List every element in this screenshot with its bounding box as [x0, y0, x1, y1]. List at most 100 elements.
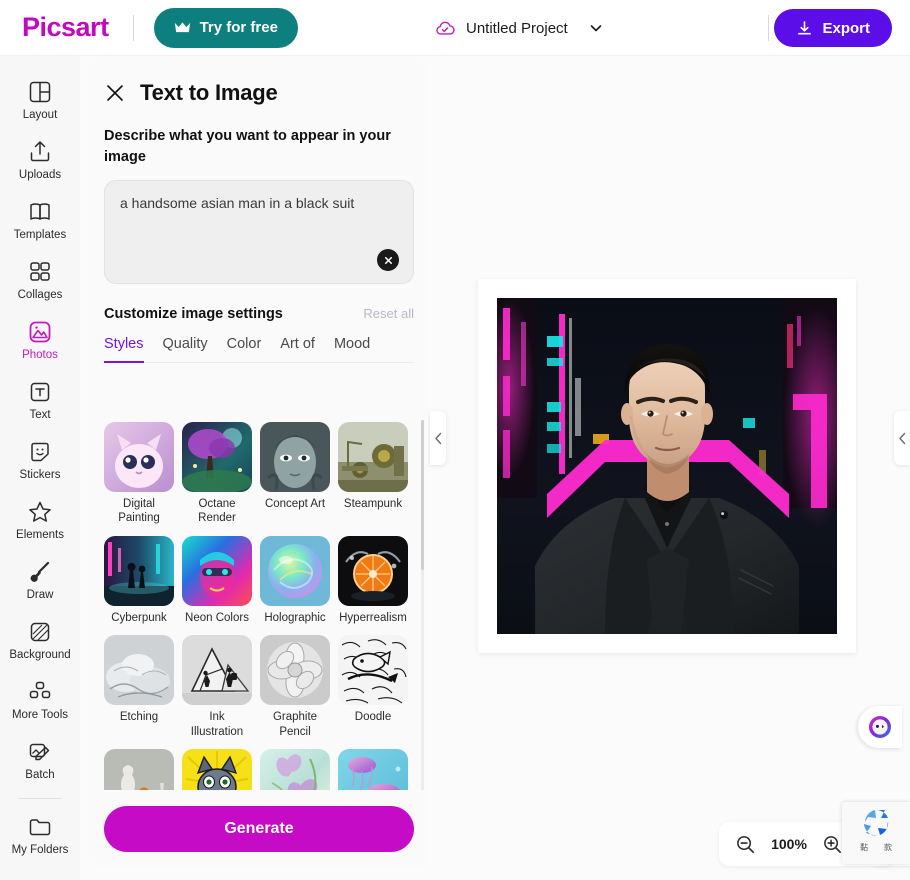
settings-tabs: Styles Quality Color Art of Mood: [104, 336, 414, 364]
style-thumbnail: [104, 422, 174, 492]
style-option[interactable]: Holographic: [260, 535, 330, 625]
canvas-area: [430, 56, 910, 880]
tab-styles[interactable]: Styles: [104, 336, 144, 364]
recaptcha-badge[interactable]: 黏 款: [842, 802, 910, 864]
layout-icon: [29, 81, 51, 102]
picsart-editor: Picsart Try for free Untitled Project Ex…: [0, 0, 910, 880]
cloud-check-icon: [436, 21, 455, 35]
sidebar-item-background[interactable]: Background: [0, 610, 80, 670]
left-sidebar: Layout Uploads Templates Collages Photos…: [0, 56, 80, 880]
style-option[interactable]: Cyberpunk: [104, 535, 174, 625]
collages-icon: [30, 262, 50, 281]
style-thumbnail: [104, 635, 174, 706]
zoom-in-button[interactable]: [822, 834, 843, 855]
style-option[interactable]: Concept Art: [260, 422, 330, 526]
sidebar-item-photos[interactable]: Photos: [0, 310, 80, 370]
project-dropdown-button[interactable]: [578, 16, 614, 40]
export-button[interactable]: Export: [774, 9, 892, 47]
style-option[interactable]: Etching: [104, 635, 174, 739]
sidebar-item-uploads[interactable]: Uploads: [0, 130, 80, 190]
stickers-icon: [31, 442, 49, 461]
prompt-label: Describe what you want to appear in your…: [104, 128, 391, 166]
sidebar-label: Text: [29, 408, 51, 421]
collapse-right-panel-button[interactable]: [894, 411, 910, 465]
style-option[interactable]: Doodle: [338, 635, 408, 739]
brush-icon: [30, 561, 50, 582]
chat-face-icon: [869, 716, 891, 738]
style-thumbnail: [104, 535, 174, 606]
clear-prompt-button[interactable]: [377, 249, 399, 272]
sidebar-label: Stickers: [19, 468, 61, 481]
style-option[interactable]: Ink Illustration: [182, 635, 252, 739]
recaptcha-icon: [864, 810, 889, 837]
style-option[interactable]: Hyperrealism: [338, 535, 408, 625]
text-icon: [30, 382, 50, 401]
header-divider: [132, 14, 134, 41]
style-option[interactable]: Graphite Pencil: [260, 635, 330, 739]
prompt-input[interactable]: a handsome asian man in a black suit: [104, 180, 414, 285]
tab-quality[interactable]: Quality: [163, 336, 208, 363]
style-label: Digital Painting: [118, 498, 160, 525]
recaptcha-privacy-label[interactable]: 黏: [860, 842, 868, 853]
style-option[interactable]: Digital Painting: [104, 422, 174, 526]
app-header: Picsart Try for free Untitled Project Ex…: [0, 0, 910, 56]
try-for-free-label: Try for free: [199, 19, 278, 36]
sidebar-item-draw[interactable]: Draw: [0, 550, 80, 610]
generated-image[interactable]: [497, 298, 837, 634]
upload-icon: [30, 141, 50, 161]
header-divider-2: [768, 15, 769, 41]
artboard[interactable]: [478, 279, 856, 653]
zoom-out-button[interactable]: [735, 834, 756, 855]
zoom-level: 100%: [771, 836, 807, 852]
style-label: Graphite Pencil: [272, 711, 318, 738]
project-selector[interactable]: Untitled Project: [434, 0, 614, 56]
support-chat-button[interactable]: [858, 706, 902, 748]
sidebar-item-my-folders[interactable]: My Folders: [0, 805, 80, 865]
star-icon: [29, 501, 51, 522]
sidebar-item-templates[interactable]: Templates: [0, 190, 80, 250]
crown-icon: [174, 22, 190, 33]
settings-header: Customize image settings Reset all: [104, 306, 414, 322]
background-icon: [30, 622, 50, 641]
text-to-image-panel: Text to Image Describe what you want to …: [88, 56, 430, 868]
styles-scrollbar-thumb[interactable]: [421, 420, 424, 570]
tab-color[interactable]: Color: [227, 336, 262, 363]
batch-icon: [29, 743, 50, 760]
sidebar-item-text[interactable]: Text: [0, 370, 80, 430]
sidebar-label: Templates: [13, 228, 67, 241]
style-label: Hyperrealism: [339, 611, 407, 624]
collapse-panel-button[interactable]: [430, 411, 446, 465]
sidebar-item-elements[interactable]: Elements: [0, 490, 80, 550]
tab-mood[interactable]: Mood: [334, 336, 370, 363]
style-option[interactable]: Neon Colors: [182, 535, 252, 625]
style-thumbnail: [182, 422, 252, 492]
style-label: Ink Illustration: [190, 711, 244, 738]
style-thumbnail: [260, 535, 330, 606]
sidebar-item-more-tools[interactable]: More Tools: [0, 670, 80, 730]
style-label: Doodle: [354, 711, 392, 724]
picsart-logo[interactable]: Picsart: [22, 12, 109, 43]
project-name: Untitled Project: [466, 19, 568, 37]
style-thumbnail: [338, 635, 408, 706]
sidebar-item-layout[interactable]: Layout: [0, 70, 80, 130]
style-label: Holographic: [264, 611, 326, 624]
sidebar-item-stickers[interactable]: Stickers: [0, 430, 80, 490]
photos-icon: [29, 321, 51, 343]
style-option[interactable]: Steampunk: [338, 422, 408, 526]
zoom-in-icon: [824, 835, 841, 853]
reset-all-button[interactable]: Reset all: [363, 306, 414, 321]
sidebar-item-batch[interactable]: Batch: [0, 730, 80, 790]
sidebar-item-collages[interactable]: Collages: [0, 250, 80, 310]
recaptcha-terms-label[interactable]: 款: [884, 842, 892, 853]
settings-title: Customize image settings: [104, 306, 283, 323]
style-label: Octane Render: [198, 498, 236, 525]
style-label: Concept Art: [264, 498, 326, 510]
style-thumbnail: [260, 422, 330, 492]
generate-button[interactable]: Generate: [104, 806, 414, 852]
folder-icon: [29, 819, 51, 835]
close-icon[interactable]: [104, 82, 126, 104]
clear-icon: [384, 256, 392, 264]
style-option[interactable]: Octane Render: [182, 422, 252, 526]
try-for-free-button[interactable]: Try for free: [153, 7, 298, 48]
tab-art-of[interactable]: Art of: [280, 336, 315, 363]
